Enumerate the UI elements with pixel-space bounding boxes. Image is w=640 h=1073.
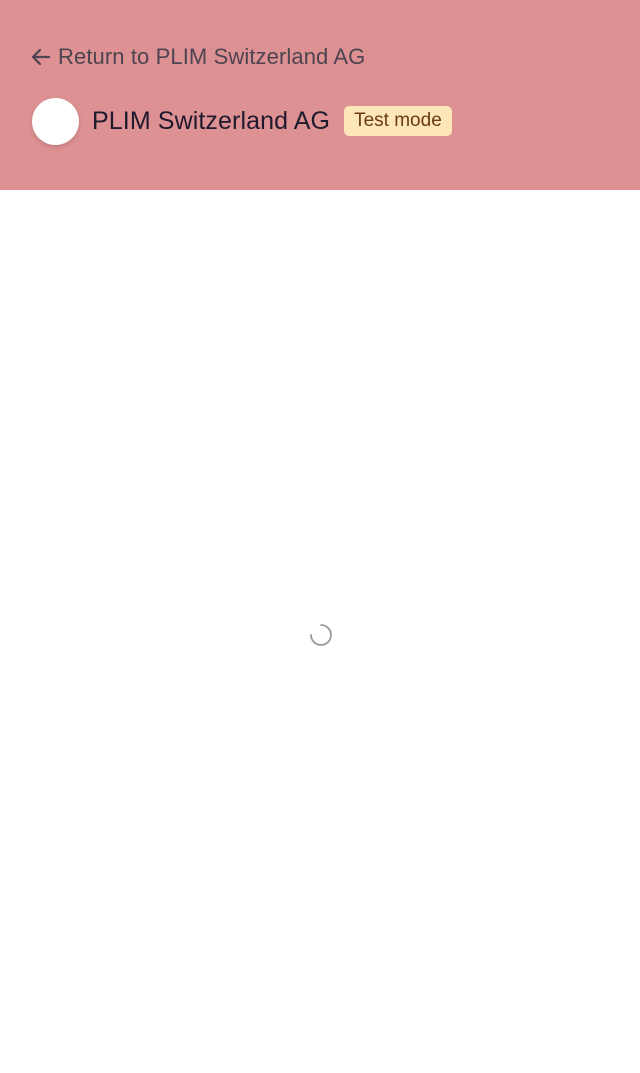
merchant-header: Return to PLIM Switzerland AG PLIM Switz… <box>0 0 640 190</box>
return-link-label: Return to PLIM Switzerland AG <box>58 44 366 69</box>
merchant-logo <box>32 97 79 145</box>
return-to-merchant-link[interactable]: Return to PLIM Switzerland AG <box>30 42 365 72</box>
checkout-page: Return to PLIM Switzerland AG PLIM Switz… <box>0 0 640 1073</box>
test-mode-badge: Test mode <box>344 106 452 136</box>
merchant-info: PLIM Switzerland AG Test mode <box>32 96 452 146</box>
spinner-icon <box>310 624 332 646</box>
merchant-name: PLIM Switzerland AG <box>92 106 331 135</box>
arrow-left-icon <box>30 46 52 68</box>
